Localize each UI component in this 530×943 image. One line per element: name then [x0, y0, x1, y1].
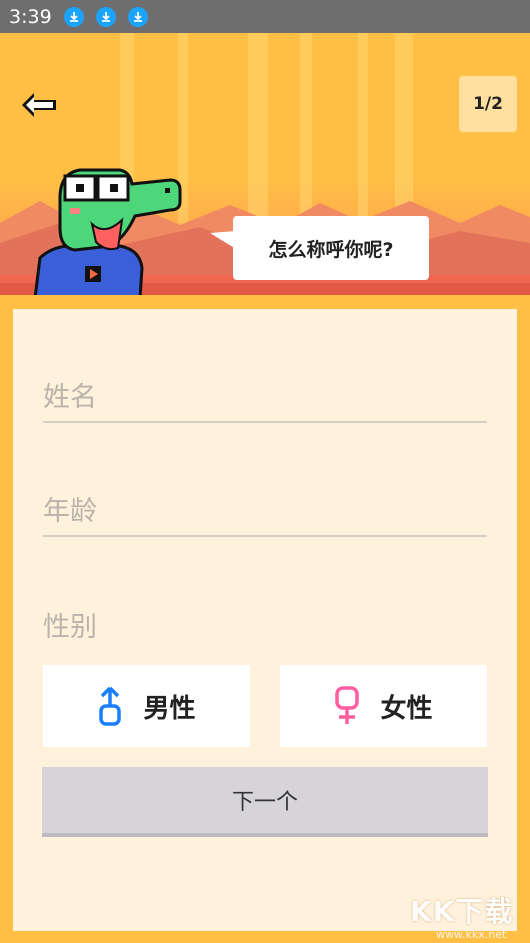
hero-banner: 1/2 怎么称呼你呢? [0, 33, 530, 295]
age-field[interactable]: 年龄 [43, 489, 487, 537]
female-icon [335, 686, 360, 724]
male-button[interactable]: 男性 [43, 665, 250, 747]
crocodile-mascot [33, 168, 182, 295]
page-indicator: 1/2 [459, 76, 517, 132]
female-button[interactable]: 女性 [280, 665, 487, 747]
next-button[interactable]: 下一个 [42, 767, 488, 833]
watermark-url: www.kkx.net [436, 928, 507, 941]
male-label: 男性 [143, 693, 196, 724]
back-button[interactable] [20, 89, 58, 121]
gender-label: 性别 [43, 612, 97, 643]
download-icon [95, 6, 116, 27]
male-icon [99, 686, 122, 726]
download-icon [127, 6, 148, 27]
download-icon [63, 6, 84, 27]
speech-bubble: 怎么称呼你呢? [233, 216, 429, 280]
watermark-logo: KK下载 [410, 895, 514, 928]
female-label: 女性 [380, 693, 433, 724]
status-bar: 3:39 [0, 0, 530, 33]
status-time: 3:39 [9, 5, 52, 28]
back-arrow-icon [22, 93, 56, 117]
name-field[interactable]: 姓名 [43, 375, 487, 423]
name-placeholder: 姓名 [43, 382, 97, 413]
age-placeholder: 年龄 [43, 496, 97, 527]
form-card: 姓名 年龄 性别 男性 女性 下一个 [13, 309, 517, 931]
